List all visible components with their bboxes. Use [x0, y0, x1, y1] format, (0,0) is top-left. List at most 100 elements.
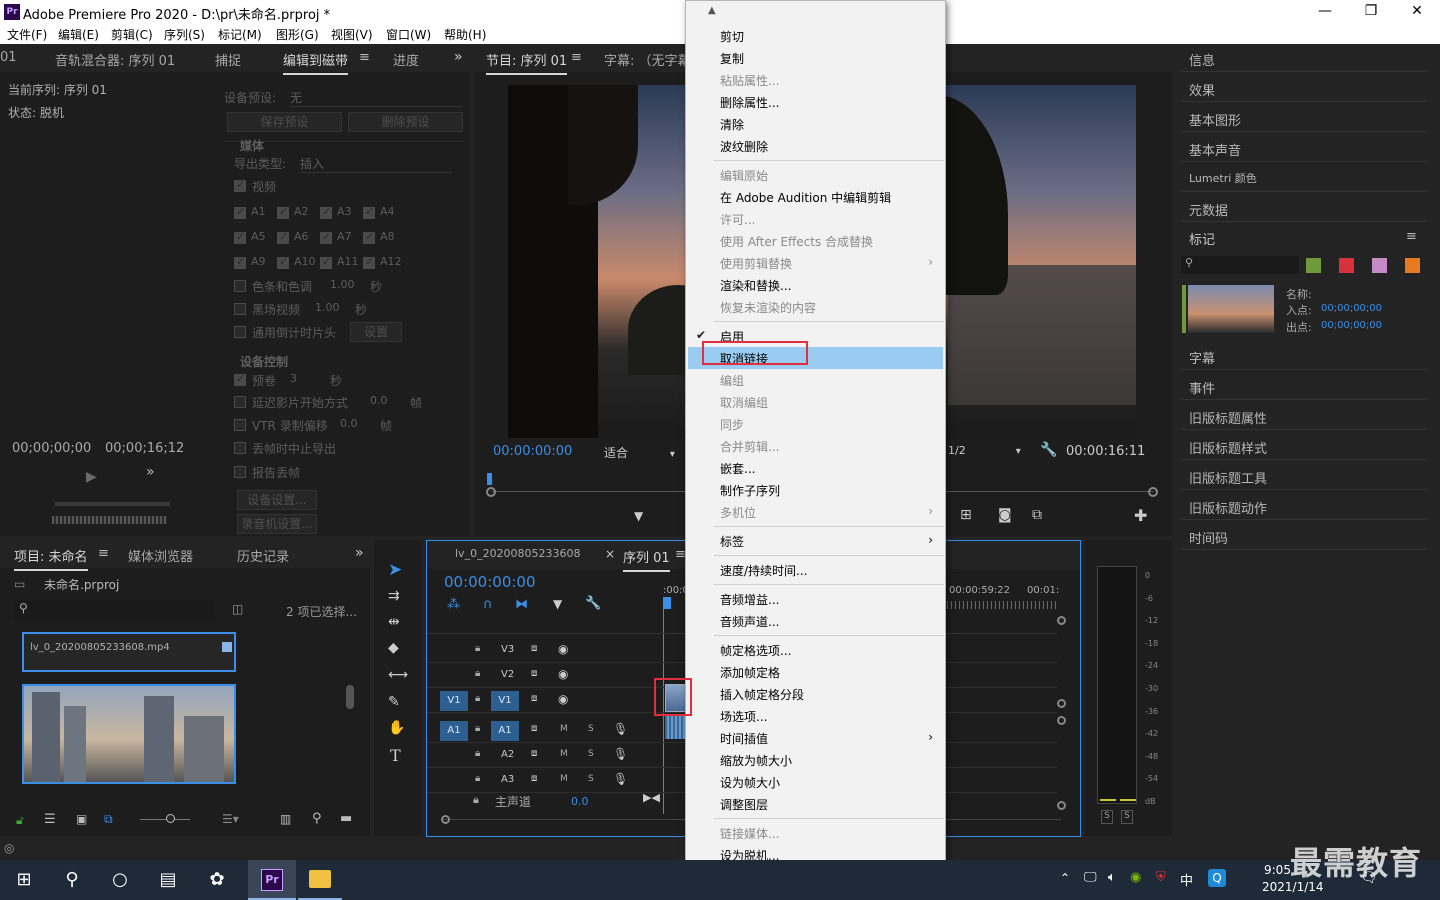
audio-channel-checkbox[interactable]: [320, 230, 332, 244]
context-menu-item[interactable]: 音频增益...: [688, 588, 943, 610]
context-menu-item[interactable]: 粘贴属性...: [688, 69, 943, 91]
countdown-settings-button[interactable]: 设置: [350, 322, 402, 342]
track-name[interactable]: V1: [491, 691, 519, 711]
marker-in-value[interactable]: 00;00;00;00: [1321, 303, 1382, 314]
menu-help[interactable]: 帮助(H): [444, 26, 486, 43]
vtr-offset-checkbox[interactable]: [234, 419, 246, 431]
mute-button[interactable]: M: [560, 774, 568, 784]
toggle-sync-lock-icon[interactable]: ⧈: [531, 693, 537, 704]
tab-media-browser[interactable]: 媒体浏览器: [128, 546, 193, 565]
right-panel-item[interactable]: 旧版标题样式: [1189, 438, 1267, 457]
menu-file[interactable]: 文件(F): [7, 26, 47, 43]
device-settings-button[interactable]: 设备设置...: [237, 490, 317, 510]
context-menu-item[interactable]: 场选项...: [688, 705, 943, 727]
linked-selection-icon[interactable]: ⧓: [515, 597, 528, 612]
marker-out-value[interactable]: 00;00;00;00: [1321, 320, 1382, 331]
panel-menu-icon[interactable]: ≡: [571, 50, 582, 65]
wrench-icon[interactable]: 🔧: [1040, 442, 1057, 458]
context-menu-item[interactable]: 添加帧定格: [688, 661, 943, 683]
audio-clip-a1[interactable]: [665, 715, 687, 739]
icon-view-icon[interactable]: ▣: [76, 812, 87, 826]
export-frame-icon[interactable]: ⧉: [1032, 507, 1042, 523]
comparison-view-icon[interactable]: ⊞: [960, 507, 972, 523]
context-menu-item[interactable]: 编辑原始: [688, 164, 943, 186]
project-scrollbar[interactable]: [346, 685, 354, 709]
jog-wheel[interactable]: [52, 516, 167, 524]
menu-window[interactable]: 窗口(W): [386, 26, 431, 43]
clip-item-selected[interactable]: lv_0_20200805233608.mp4: [22, 632, 236, 672]
task-view-icon[interactable]: ▤: [156, 868, 180, 892]
zoom-slider[interactable]: [140, 819, 190, 820]
fast-forward-icon[interactable]: »: [146, 464, 155, 480]
microphone-icon[interactable]: 🎙︎: [613, 722, 628, 736]
menu-graphics[interactable]: 图形(G): [276, 26, 319, 43]
delay-start-value[interactable]: 0.0: [370, 394, 388, 407]
audio-channel-checkbox[interactable]: [363, 205, 375, 219]
project-search-input[interactable]: ⚲: [14, 600, 214, 620]
tab-audio-mixer[interactable]: 音轨混合器: 序列 01: [55, 50, 175, 69]
freeform-view-icon[interactable]: ⧉: [104, 812, 113, 827]
slip-tool-icon[interactable]: ⟷: [388, 667, 408, 683]
playhead-icon[interactable]: [487, 473, 492, 485]
track-name[interactable]: V2: [501, 669, 514, 680]
automate-to-sequence-icon[interactable]: ▥: [280, 812, 291, 826]
black-video-checkbox[interactable]: [234, 303, 246, 315]
track-lock-icon[interactable]: 🔒︎: [475, 748, 480, 759]
jog-shuttle[interactable]: [55, 502, 170, 506]
search-icon[interactable]: ⚲: [60, 868, 84, 892]
selection-tool-icon[interactable]: ➤: [388, 560, 402, 580]
context-menu-item[interactable]: 波纹删除: [688, 135, 943, 157]
markers-panel-title[interactable]: 标记: [1189, 229, 1215, 248]
eye-icon[interactable]: ◉: [558, 692, 568, 706]
menu-view[interactable]: 视图(V): [331, 26, 373, 43]
menu-clip[interactable]: 剪辑(C): [111, 26, 153, 43]
bars-tone-checkbox[interactable]: [234, 280, 246, 292]
new-bin-icon[interactable]: ◫: [232, 602, 243, 616]
mute-button[interactable]: M: [560, 749, 568, 759]
more-tabs-icon[interactable]: »: [454, 49, 463, 65]
close-tab-icon[interactable]: ×: [605, 547, 615, 561]
scrubber-start-handle[interactable]: [486, 487, 496, 497]
find-icon[interactable]: ⚲: [312, 811, 322, 826]
context-menu-item[interactable]: 插入帧定格分段: [688, 683, 943, 705]
tab-captions[interactable]: 字幕: （无字幕: [604, 50, 691, 69]
context-menu-item[interactable]: 剪切: [688, 25, 943, 47]
vertical-scroll-handle[interactable]: [1057, 699, 1066, 708]
track-select-tool-icon[interactable]: ⇉: [388, 588, 400, 604]
network-icon[interactable]: 🖵︎: [1084, 870, 1097, 885]
audio-channel-checkbox[interactable]: [277, 205, 289, 219]
audio-channel-checkbox[interactable]: [363, 255, 375, 269]
pinwheel-app-icon[interactable]: ✿: [205, 868, 229, 892]
right-panel-item[interactable]: 基本图形: [1189, 110, 1241, 129]
track-name[interactable]: A3: [501, 774, 514, 785]
nest-icon[interactable]: ⁂: [447, 597, 460, 612]
nvidia-icon[interactable]: ◉: [1130, 870, 1141, 885]
panel-menu-icon[interactable]: ≡: [359, 50, 370, 65]
qq-icon[interactable]: Q: [1208, 869, 1226, 887]
toggle-sync-lock-icon[interactable]: ⧈: [531, 773, 537, 784]
tab-source[interactable]: 01: [0, 50, 17, 65]
audio-channel-checkbox[interactable]: [234, 230, 246, 244]
close-button[interactable]: ✕: [1394, 0, 1440, 24]
audio-channel-checkbox[interactable]: [320, 205, 332, 219]
preroll-value[interactable]: 3: [290, 372, 297, 385]
solo-button[interactable]: S: [588, 724, 594, 734]
toggle-sync-lock-icon[interactable]: ⧈: [531, 668, 537, 679]
context-menu-item[interactable]: 缩放为帧大小: [688, 749, 943, 771]
audio-channel-checkbox[interactable]: [234, 205, 246, 219]
lock-icon[interactable]: 🔓︎: [16, 813, 24, 828]
context-menu-item[interactable]: 取消编组: [688, 391, 943, 413]
context-menu-item[interactable]: 制作子序列: [688, 479, 943, 501]
track-name[interactable]: V3: [501, 644, 514, 655]
context-menu-item[interactable]: 标签 ›: [688, 530, 943, 552]
context-menu-item[interactable]: 恢复未渲染的内容: [688, 296, 943, 318]
track-source-patch[interactable]: V1: [440, 691, 468, 711]
abort-drop-checkbox[interactable]: [234, 442, 246, 454]
tab-history[interactable]: 历史记录: [237, 546, 289, 565]
right-panel-item[interactable]: 字幕: [1189, 348, 1215, 367]
audio-channel-checkbox[interactable]: [234, 255, 246, 269]
context-menu-item[interactable]: 渲染和替换...: [688, 274, 943, 296]
eye-icon[interactable]: ◉: [558, 667, 568, 681]
context-menu-item[interactable]: 使用 After Effects 合成替换: [688, 230, 943, 252]
export-type-select[interactable]: 插入: [300, 155, 452, 173]
